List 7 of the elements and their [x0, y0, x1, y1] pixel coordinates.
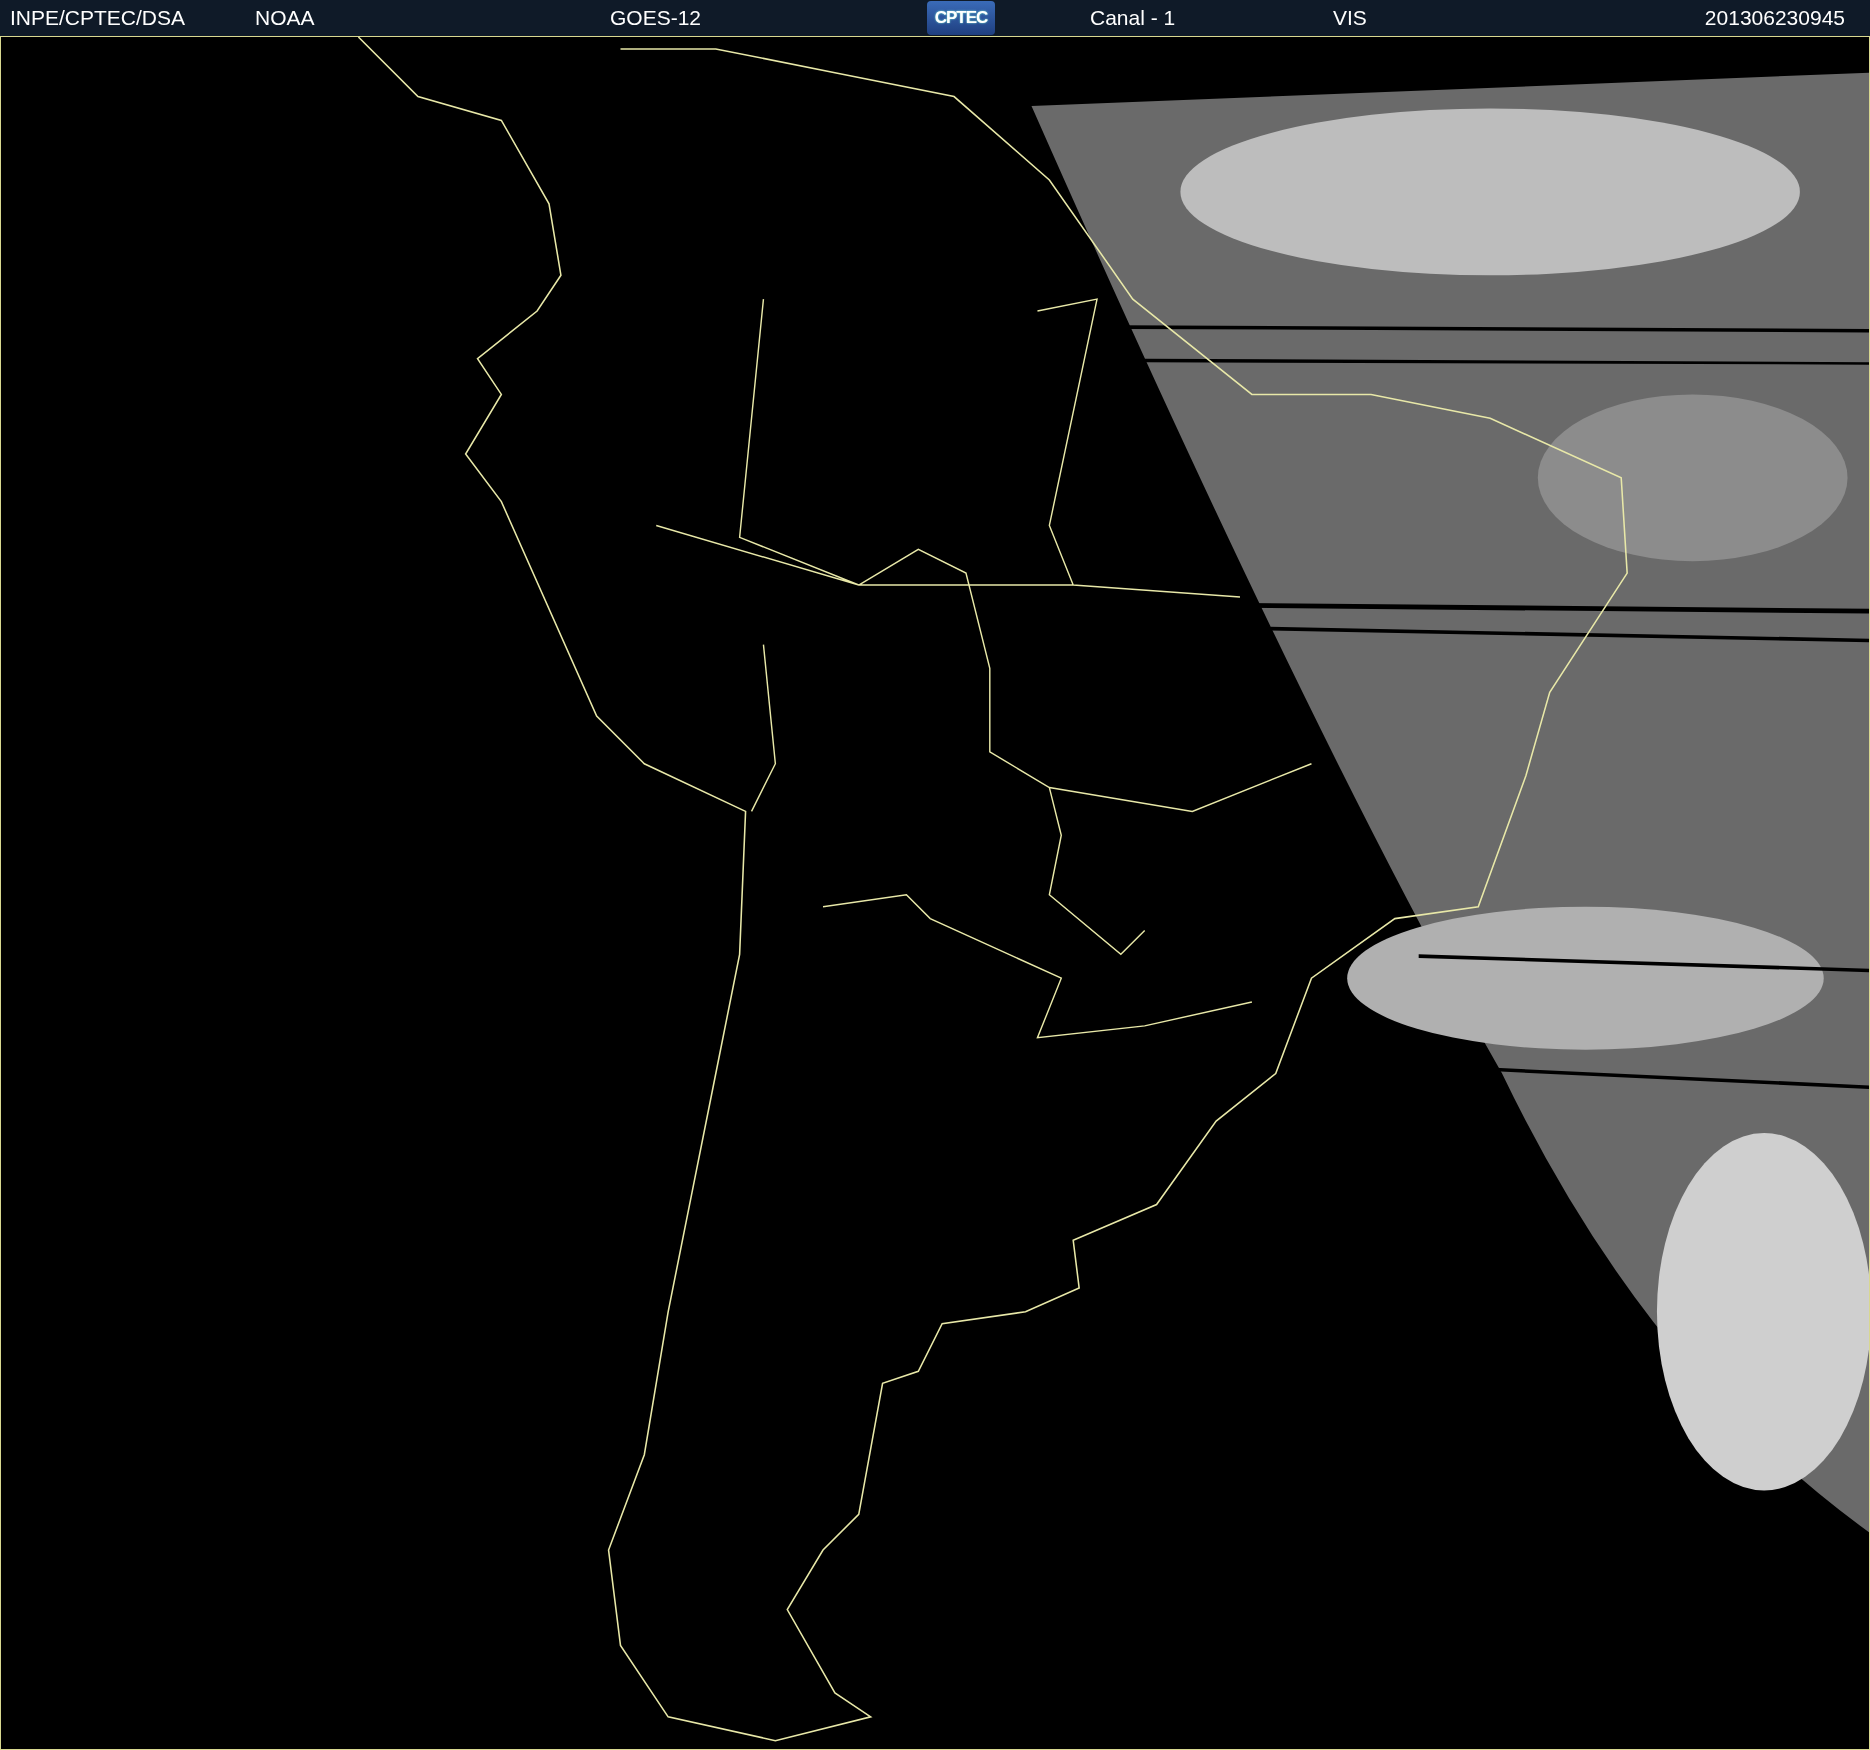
- header-label: Canal - 1: [1090, 6, 1176, 30]
- header-label: 201306230945: [1704, 6, 1845, 30]
- header-label: GOES-12: [610, 6, 702, 30]
- header-label: INPE/CPTEC/DSA: [10, 6, 186, 30]
- logo: CPTEC: [927, 1, 995, 35]
- header-label: NOAA: [255, 6, 315, 30]
- header-label: VIS: [1333, 6, 1367, 30]
